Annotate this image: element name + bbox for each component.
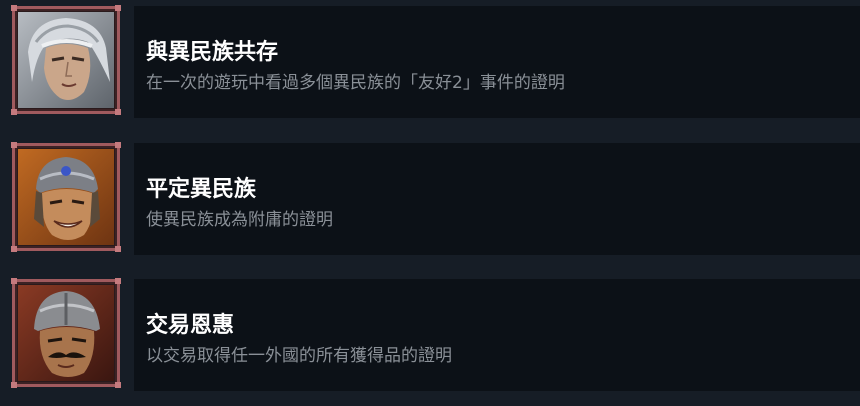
- achievement-portrait-frame: [11, 278, 121, 388]
- achievement-description: 在一次的遊玩中看過多個異民族的「友好2」事件的證明: [146, 73, 565, 93]
- achievement-title: 平定異民族: [146, 176, 257, 202]
- achievement-description: 使異民族成為附庸的證明: [146, 210, 333, 230]
- achievement-list: 與異民族共存 在一次的遊玩中看過多個異民族的「友好2」事件的證明 平定異民族 使…: [0, 0, 860, 406]
- achievement-panel: 平定異民族 使異民族成為附庸的證明: [134, 143, 860, 255]
- achievement-description: 以交易取得任一外國的所有獲得品的證明: [146, 346, 452, 366]
- warrior-portrait-icon: [18, 149, 114, 245]
- achievement-title: 交易恩惠: [146, 312, 235, 338]
- achievement-row: 交易恩惠 以交易取得任一外國的所有獲得品的證明: [0, 273, 860, 392]
- achievement-panel: 與異民族共存 在一次的遊玩中看過多個異民族的「友好2」事件的證明: [134, 6, 860, 118]
- achievement-title: 與異民族共存: [146, 39, 279, 65]
- achievement-row: 平定異民族 使異民族成為附庸的證明: [0, 137, 860, 256]
- achievement-portrait-frame: [11, 142, 121, 252]
- warrior-portrait-icon: [18, 12, 114, 108]
- achievement-row: 與異民族共存 在一次的遊玩中看過多個異民族的「友好2」事件的證明: [0, 0, 860, 119]
- achievement-portrait-frame: [11, 5, 121, 115]
- warrior-portrait-icon: [18, 285, 114, 381]
- achievement-panel: 交易恩惠 以交易取得任一外國的所有獲得品的證明: [134, 279, 860, 391]
